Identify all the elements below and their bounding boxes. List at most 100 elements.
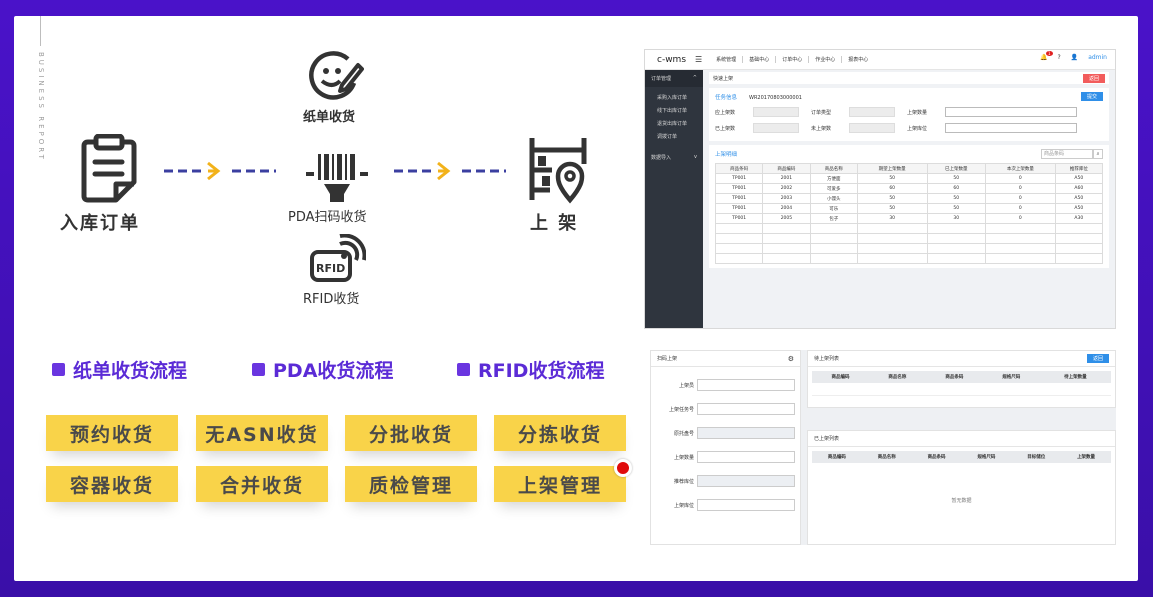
scan-panel: 扫码上架 ⚙ 上架员 上架任务号 原托盘号 上架数量 推荐库位 上架库位	[650, 350, 801, 545]
cell: 0	[985, 203, 1056, 214]
sidebar-item[interactable]: 退货出库订单	[645, 117, 703, 130]
column-header: 已上架数量	[926, 163, 987, 174]
chevron-down-icon: v	[694, 154, 697, 160]
table-row[interactable]: TP001 2004 可乐 50 50 0 A50	[714, 203, 1104, 214]
done-qty-label: 已上架数	[715, 125, 736, 132]
bullet-text: RFID收货流程	[478, 360, 605, 382]
page-bar: 快速上架 返回	[709, 72, 1109, 84]
column-header: 商品编码	[812, 371, 869, 383]
quantity-input[interactable]	[697, 451, 795, 463]
shelf-qty-input[interactable]	[945, 107, 1077, 117]
rfid-receipt-label: RFID收货	[303, 292, 360, 307]
cell: 0	[985, 213, 1056, 224]
bullet-text: 纸单收货流程	[73, 360, 188, 382]
column-header: 商品编码	[762, 163, 811, 174]
column-header: 上架数量	[1061, 451, 1111, 463]
shelf-loc-input[interactable]	[945, 123, 1077, 133]
sidebar-item[interactable]: 线下出库订单	[645, 104, 703, 117]
cell: 50	[856, 173, 928, 184]
menu-item-basic[interactable]: 基础中心	[742, 56, 775, 63]
order-type-label: 订单类型	[811, 109, 832, 116]
top-right-tools: 🔔 1 ? 👤 admin	[1040, 51, 1107, 61]
task-info-panel: 任务信息 WR20170803000001 提交 应上架数 订单类型 上架数量 已…	[709, 88, 1109, 141]
cell: 2004	[762, 203, 811, 214]
gear-icon[interactable]: ⚙	[788, 355, 794, 363]
order-type-field	[849, 107, 895, 117]
notify-badge: 1	[1046, 51, 1053, 56]
cell: TP001	[714, 183, 764, 194]
pending-list-panel: 待上架列表 返回 商品编码 商品名称 商品条码 规格尺码 待上架数量	[807, 350, 1116, 408]
tag-qc: 质检管理	[345, 466, 477, 502]
cell: TP001	[714, 173, 764, 184]
undone-qty-field	[849, 123, 895, 133]
table-row[interactable]: TP001 2001 方便面 50 50 0 A50	[714, 173, 1104, 184]
menu-item-report[interactable]: 报表中心	[841, 56, 874, 63]
back-button[interactable]: 返回	[1082, 73, 1105, 83]
cell: A50	[1054, 193, 1104, 204]
inbound-order-icon	[81, 134, 137, 203]
pallet-number-field	[697, 427, 795, 439]
operator-input[interactable]	[697, 379, 795, 391]
user-icon: 👤	[1070, 54, 1079, 61]
done-title: 已上架列表	[814, 436, 840, 442]
bullet-square	[52, 363, 65, 376]
task-number-input[interactable]	[697, 403, 795, 415]
bell-icon[interactable]: 🔔 1	[1040, 51, 1053, 61]
help-icon[interactable]: ?	[1058, 54, 1061, 61]
back-button[interactable]: 返回	[1086, 354, 1109, 363]
app-logo: c-wms	[657, 54, 687, 65]
tag-no-asn: 无ASN收货	[196, 415, 328, 451]
cell: 包子	[809, 213, 858, 224]
search-icon[interactable]: ⌕	[1093, 149, 1103, 159]
rfid-flow-bullet: RFID收货流程	[457, 356, 604, 383]
menu-icon[interactable]: ☰	[695, 55, 702, 64]
shelving-icon	[529, 138, 587, 204]
table-row[interactable]: TP001 2005 包子 30 30 0 A30	[714, 213, 1104, 224]
scan-title: 扫码上架	[657, 356, 678, 362]
detail-title: 上架明细	[715, 152, 738, 158]
location-input[interactable]	[697, 499, 795, 511]
tag-shelving-mgmt: 上架管理	[494, 466, 626, 502]
cell: 2005	[762, 213, 811, 224]
svg-text:RFID: RFID	[316, 262, 345, 275]
task-info-title: 任务信息	[715, 94, 738, 101]
breadcrumb: 快速上架	[713, 75, 734, 82]
menu-item-order[interactable]: 订单中心	[775, 56, 808, 63]
main-content: 快速上架 返回 任务信息 WR20170803000001 提交 应上架数 订单类…	[709, 72, 1109, 324]
sidebar-group-orders[interactable]: 订单管理 ^	[645, 70, 703, 87]
cell: A30	[1054, 213, 1104, 224]
submit-button[interactable]: 提交	[1080, 92, 1103, 101]
cell: 0	[985, 173, 1056, 184]
done-list-panel: 已上架列表 商品编码 商品名称 商品条码 规格尺码 目标储位 上架数量 暂无数据	[807, 430, 1116, 545]
sidebar-item[interactable]: 采购入库订单	[645, 91, 703, 104]
menu-item-system[interactable]: 系统管理	[710, 56, 742, 63]
user-name[interactable]: admin	[1088, 54, 1107, 61]
pda-flow-bullet: PDA收货流程	[252, 356, 393, 383]
table-row[interactable]: TP001 2002 可爱多 60 60 0 A60	[714, 183, 1104, 194]
column-header: 规格尺码	[982, 371, 1040, 383]
barcode-search-input[interactable]: 商品条码	[1041, 149, 1093, 159]
field-label: 原托盘号	[673, 430, 694, 437]
done-qty-field	[753, 123, 799, 133]
sidebar-item[interactable]: 调拨订单	[645, 130, 703, 143]
cell: 60	[856, 183, 928, 194]
sidebar: 订单管理 ^ 采购入库订单 线下出库订单 退货出库订单 调拨订单 数据导入 v	[645, 70, 703, 328]
column-header: 商品条码	[714, 163, 764, 174]
column-header: 商品条码	[911, 451, 962, 463]
cell: 30	[926, 213, 987, 224]
tag-sorting: 分拣收货	[494, 415, 626, 451]
cell: TP001	[714, 193, 764, 204]
pending-title: 待上架列表	[814, 356, 840, 362]
should-qty-label: 应上架数	[715, 109, 736, 116]
cell: 2003	[762, 193, 811, 204]
paper-receipt-icon	[309, 51, 364, 100]
field-label: 推荐库位	[673, 478, 694, 485]
table-row[interactable]: TP001 2003 小馒头 50 50 0 A50	[714, 193, 1104, 204]
shelf-loc-label: 上架库位	[907, 125, 928, 132]
tag-batch: 分批收货	[345, 415, 477, 451]
menu-item-task[interactable]: 作业中心	[808, 56, 841, 63]
bullet-text: PDA收货流程	[273, 360, 394, 382]
cell: 50	[856, 203, 928, 214]
sidebar-group-import[interactable]: 数据导入 v	[645, 149, 703, 166]
undone-qty-label: 未上架数	[811, 125, 832, 132]
